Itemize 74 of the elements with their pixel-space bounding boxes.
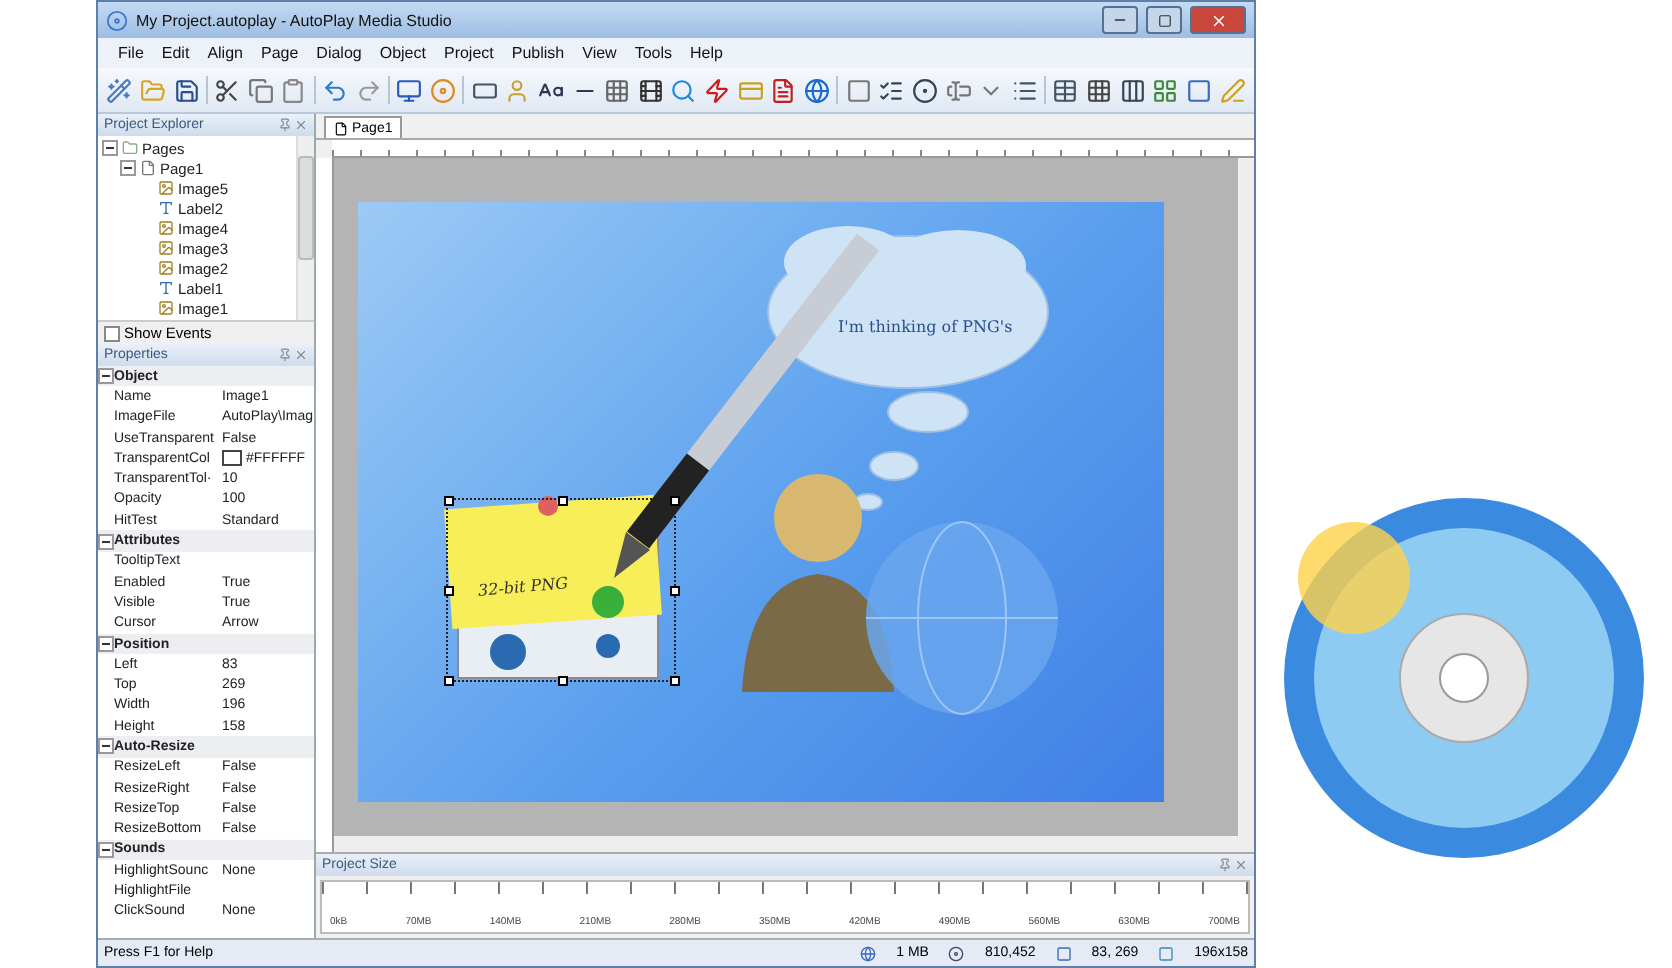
position-icon	[1055, 945, 1072, 961]
pin-icon[interactable]	[278, 348, 292, 362]
menu-item[interactable]: Help	[690, 44, 723, 62]
close-icon[interactable]	[1234, 858, 1248, 872]
menu-item[interactable]: Tools	[634, 44, 673, 62]
film-icon[interactable]	[636, 76, 665, 104]
grid-icon[interactable]	[603, 76, 631, 104]
menu-item[interactable]: Align	[207, 44, 243, 62]
image-icon	[158, 180, 174, 196]
close-button[interactable]	[1190, 6, 1246, 34]
menu-item[interactable]: Dialog	[316, 44, 362, 62]
page-icon	[334, 121, 348, 135]
frame-icon[interactable]	[1185, 76, 1213, 104]
app-icon	[106, 9, 128, 31]
tiles-icon[interactable]	[1152, 76, 1180, 104]
text-input-icon[interactable]	[944, 76, 972, 104]
columns-icon[interactable]	[1118, 76, 1147, 104]
image-icon	[158, 220, 174, 236]
menu-item[interactable]: Publish	[511, 44, 565, 62]
grid-icon[interactable]	[1085, 76, 1113, 104]
checklist-icon[interactable]	[877, 76, 906, 104]
disc-icon	[948, 945, 965, 961]
menu-item[interactable]: Page	[260, 44, 299, 62]
monitor-icon[interactable]	[396, 76, 424, 104]
undo-icon[interactable]	[321, 76, 349, 104]
page-icon	[140, 160, 156, 176]
menu-item[interactable]: Object	[379, 44, 426, 62]
folder-icon	[122, 140, 138, 156]
cut-icon[interactable]	[213, 76, 242, 104]
collapse-icon[interactable]	[98, 738, 114, 755]
menu-item[interactable]: Project	[443, 44, 494, 62]
maximize-button[interactable]	[1146, 6, 1182, 34]
wand-icon[interactable]	[106, 76, 134, 104]
image-icon	[158, 240, 174, 256]
globe-icon[interactable]	[803, 76, 831, 104]
menu-item[interactable]: View	[582, 44, 617, 62]
text-icon	[158, 200, 174, 216]
radio-icon[interactable]	[911, 76, 939, 104]
close-icon[interactable]	[294, 348, 308, 362]
collapse-icon[interactable]	[98, 841, 114, 858]
table-icon[interactable]	[1052, 76, 1080, 104]
close-icon[interactable]	[294, 118, 308, 132]
cloud-text: I'm thinking of PNG's	[838, 318, 1013, 336]
collapse-icon[interactable]	[120, 160, 136, 176]
pin-icon[interactable]	[278, 118, 292, 132]
color-swatch[interactable]	[222, 450, 242, 467]
redo-icon[interactable]	[354, 76, 383, 104]
minimize-button[interactable]	[1102, 6, 1138, 34]
collapse-icon[interactable]	[98, 533, 114, 550]
note-text: 32-bit PNG	[477, 574, 569, 600]
menu-item[interactable]: Edit	[161, 44, 190, 62]
input-box-icon[interactable]	[844, 76, 872, 104]
copy-icon[interactable]	[247, 76, 275, 104]
save-icon[interactable]	[172, 76, 200, 104]
pin-icon[interactable]	[1218, 858, 1232, 872]
maximize-icon	[1157, 13, 1171, 27]
document-icon[interactable]	[770, 76, 798, 104]
close-icon	[1209, 11, 1227, 29]
collapse-icon[interactable]	[98, 368, 114, 385]
text-icon	[158, 280, 174, 296]
scrollbar[interactable]	[296, 136, 314, 320]
collapse-icon[interactable]	[98, 636, 114, 652]
collapse-icon[interactable]	[102, 140, 118, 156]
disc-icon[interactable]	[429, 76, 457, 104]
selection-frame[interactable]	[446, 498, 676, 682]
size-icon	[1158, 945, 1175, 961]
image-icon	[158, 300, 174, 316]
image-icon	[158, 260, 174, 276]
menu-item[interactable]: File	[118, 44, 144, 62]
flash-icon[interactable]	[703, 76, 731, 104]
globe-icon	[860, 945, 877, 961]
list-icon[interactable]	[1011, 76, 1039, 104]
paste-icon[interactable]	[280, 76, 308, 104]
window-title: My Project.autoplay - AutoPlay Media Studio	[136, 11, 454, 29]
